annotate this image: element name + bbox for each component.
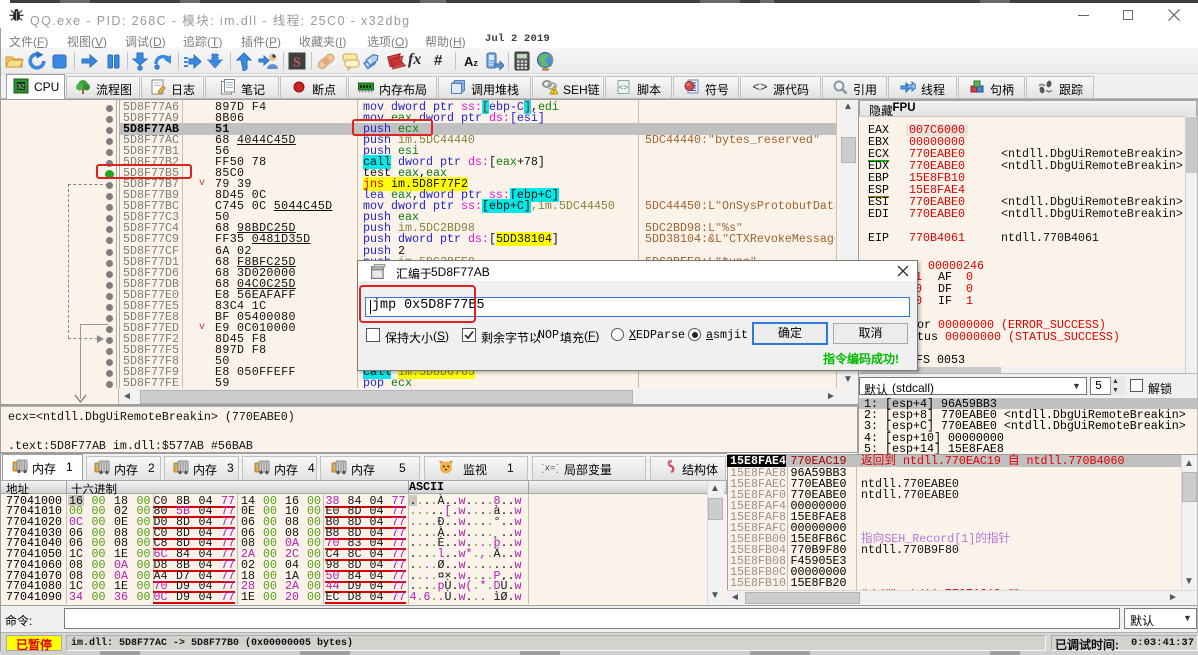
svg-text:32: 32 [17,84,25,91]
svg-text:S: S [293,56,301,71]
svg-text:<>: <> [619,84,629,93]
svg-text:[x=]: [x=] [542,464,558,474]
svg-text:<>: <> [752,79,767,94]
